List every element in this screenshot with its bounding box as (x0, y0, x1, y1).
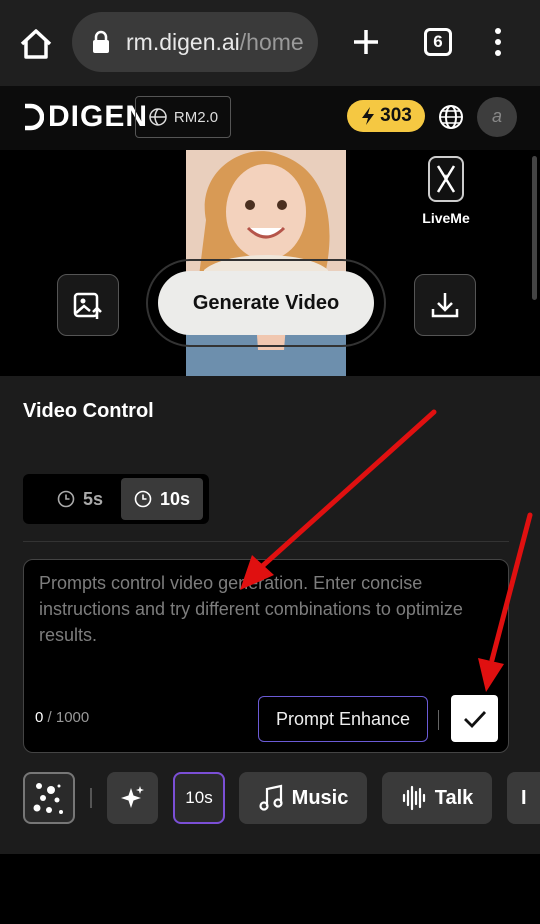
sound-wave-icon (402, 785, 425, 811)
model-version-label: RM2.0 (173, 108, 219, 126)
prompt-input[interactable] (39, 570, 495, 680)
preview-area: LiveMe Generate Video (0, 150, 540, 376)
image-upload-icon (73, 292, 102, 319)
feature-toolbar: 10s Music Talk I (0, 772, 540, 830)
duration-option-5s[interactable]: 5s (29, 478, 131, 520)
music-button[interactable]: Music (239, 772, 367, 824)
generate-video-button[interactable]: Generate Video (158, 271, 374, 335)
char-count-max: / 1000 (47, 709, 90, 726)
confirm-prompt-button[interactable] (451, 695, 498, 742)
home-icon[interactable] (16, 24, 56, 64)
particles-icon (33, 783, 63, 814)
url-text: rm.digen.ai/home (126, 29, 304, 56)
duration-option-label: 10s (159, 488, 191, 509)
url-host: rm.digen.ai (126, 29, 240, 55)
liveme-label: LiveMe (422, 210, 470, 226)
app-header: DIGEN RM2.0 303 (0, 86, 540, 150)
char-counter: 0 / 1000 (35, 709, 89, 726)
user-avatar[interactable]: a (477, 97, 517, 137)
lightning-icon (362, 107, 375, 125)
lock-icon (90, 30, 112, 59)
prompt-actions-divider (438, 710, 439, 730)
liveme-icon (428, 156, 464, 202)
credits-badge[interactable]: 303 (347, 100, 425, 132)
clock-icon (134, 490, 152, 508)
page-scrollbar[interactable] (532, 156, 537, 300)
duration-chip[interactable]: 10s (173, 772, 225, 824)
model-version-button[interactable]: RM2.0 (135, 96, 231, 138)
credits-count: 303 (380, 105, 412, 126)
tab-count-button[interactable]: 6 (424, 28, 452, 56)
logo-text: DIGEN (48, 100, 149, 133)
panel-title: Video Control (23, 400, 154, 422)
new-tab-icon[interactable] (350, 26, 382, 58)
talk-button[interactable]: Talk (382, 772, 492, 824)
language-globe-icon[interactable] (438, 104, 464, 130)
duration-toggle: 5s 10s (23, 474, 209, 524)
download-icon (431, 293, 459, 318)
sparkle-icon (120, 786, 144, 808)
duration-option-label: 5s (82, 488, 104, 509)
upload-image-button[interactable] (57, 274, 119, 336)
globe-icon (149, 108, 167, 126)
prompt-box: 0 / 1000 Prompt Enhance (23, 559, 509, 753)
prompt-enhance-button[interactable]: Prompt Enhance (258, 696, 428, 742)
section-divider (23, 541, 509, 542)
clock-icon (57, 490, 75, 508)
download-button[interactable] (414, 274, 476, 336)
video-control-panel: Video Control 5s 10s 0 / 1000 Prompt Enh… (0, 376, 540, 854)
browser-toolbar: rm.digen.ai/home 6 (0, 0, 540, 86)
duration-option-10s[interactable]: 10s (121, 478, 203, 520)
music-label: Music (291, 786, 349, 809)
talk-label: Talk (434, 786, 474, 809)
digen-logo[interactable]: DIGEN (22, 100, 148, 134)
liveme-button[interactable]: LiveMe (418, 156, 474, 226)
logo-mark-icon (25, 103, 44, 131)
effects-button[interactable] (23, 772, 75, 824)
more-toolbar-label: I (521, 786, 527, 809)
url-path: /home (239, 29, 304, 55)
checkmark-icon (463, 710, 486, 728)
char-count-current: 0 (35, 709, 44, 726)
more-toolbar-button[interactable]: I (507, 772, 540, 824)
toolbar-divider (90, 788, 92, 808)
kebab-menu-icon[interactable] (486, 26, 510, 58)
music-note-icon (259, 784, 283, 811)
magic-sparkle-button[interactable] (107, 772, 158, 824)
address-bar[interactable]: rm.digen.ai/home (72, 12, 318, 72)
